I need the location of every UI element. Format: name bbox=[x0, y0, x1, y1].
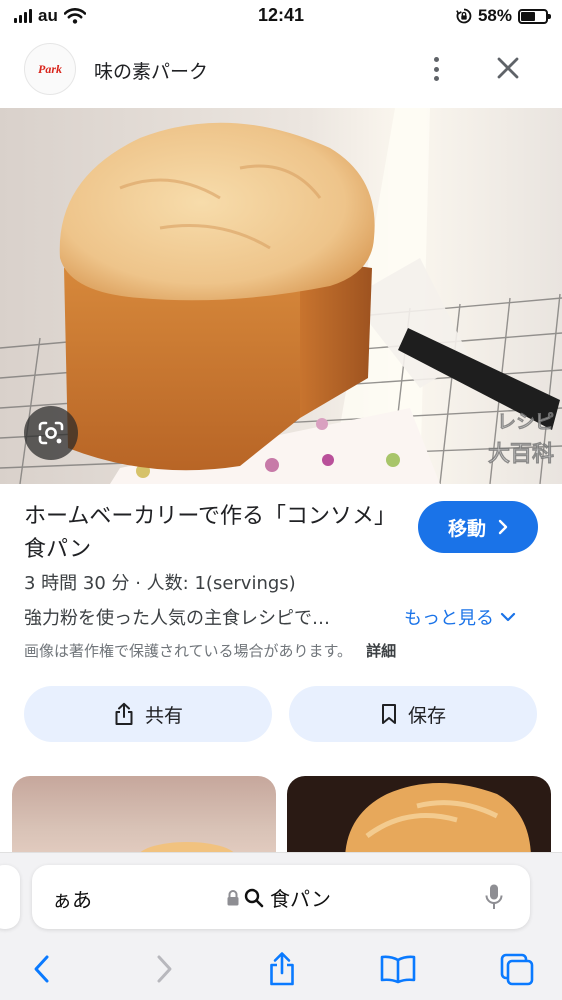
watermark-line1: レシピ bbox=[497, 411, 554, 433]
bookmark-icon bbox=[381, 704, 396, 724]
address-bar[interactable]: ぁあ 食パン bbox=[32, 865, 530, 929]
share-sheet-button[interactable] bbox=[262, 949, 302, 989]
status-right: 58% bbox=[456, 6, 551, 26]
microphone-icon[interactable] bbox=[484, 883, 504, 911]
browser-toolbar: ぁあ 食パン bbox=[0, 852, 562, 1000]
more-options-icon[interactable] bbox=[424, 54, 448, 84]
search-icon bbox=[244, 888, 264, 907]
lens-search-button[interactable] bbox=[24, 406, 78, 460]
url-display[interactable]: 食パン bbox=[226, 883, 331, 912]
tabs-icon bbox=[500, 953, 534, 986]
share-button-label: 共有 bbox=[144, 704, 183, 727]
battery-percentage: 58% bbox=[477, 6, 512, 25]
details-link[interactable]: 詳細 bbox=[366, 642, 396, 660]
battery-level-fill bbox=[521, 11, 535, 21]
chevron-right-icon bbox=[498, 519, 508, 535]
close-icon[interactable] bbox=[494, 54, 522, 82]
forward-button[interactable] bbox=[144, 949, 184, 989]
recipe-meta: 3 時間 30 分 · 人数: 1(servings) bbox=[24, 573, 296, 594]
lock-icon bbox=[227, 889, 239, 905]
visit-button-label: 移動 bbox=[447, 517, 486, 540]
url-text: 食パン bbox=[270, 887, 331, 911]
source-logo[interactable]: Park bbox=[24, 43, 76, 95]
show-more-link[interactable]: もっと見る bbox=[404, 604, 516, 630]
recipe-description: 強力粉を使った人気の主食レシピで… bbox=[24, 608, 330, 629]
bookmarks-button[interactable] bbox=[378, 949, 418, 989]
orientation-lock-icon bbox=[456, 8, 472, 24]
copyright-notice: 画像は著作権で保護されている場合があります。 詳細 bbox=[24, 640, 396, 661]
previous-tab-peek[interactable] bbox=[0, 865, 20, 929]
chevron-down-icon bbox=[500, 612, 516, 622]
save-button[interactable]: 保存 bbox=[289, 686, 537, 742]
save-button-label: 保存 bbox=[407, 704, 446, 727]
recipe-image[interactable]: レシピ 大百科 bbox=[0, 108, 562, 484]
tabs-button[interactable] bbox=[497, 949, 537, 989]
bread-loaf-photo: レシピ 大百科 bbox=[0, 108, 562, 484]
share-icon bbox=[115, 702, 133, 725]
page-settings-button[interactable]: ぁあ bbox=[52, 884, 92, 913]
book-icon bbox=[380, 955, 416, 984]
copyright-text: 画像は著作権で保護されている場合があります。 bbox=[24, 642, 353, 660]
battery-icon bbox=[518, 8, 551, 24]
source-name[interactable]: 味の素パーク bbox=[94, 57, 208, 84]
back-button[interactable] bbox=[22, 949, 62, 989]
status-bar: au 12:41 58% bbox=[0, 0, 562, 32]
watermark-line2: 大百科 bbox=[488, 442, 554, 467]
chevron-left-icon bbox=[34, 955, 49, 983]
google-lens-icon bbox=[38, 421, 64, 445]
result-title[interactable]: ホームベーカリーで作る「コンソメ」食パン bbox=[24, 500, 396, 566]
show-more-label: もっと見る bbox=[404, 608, 494, 629]
chevron-right-icon bbox=[157, 955, 172, 983]
share-icon bbox=[270, 952, 294, 986]
source-header: Park 味の素パーク bbox=[0, 38, 562, 100]
source-logo-text: Park bbox=[38, 61, 62, 76]
visit-button[interactable]: 移動 bbox=[418, 501, 538, 553]
share-button[interactable]: 共有 bbox=[24, 686, 272, 742]
